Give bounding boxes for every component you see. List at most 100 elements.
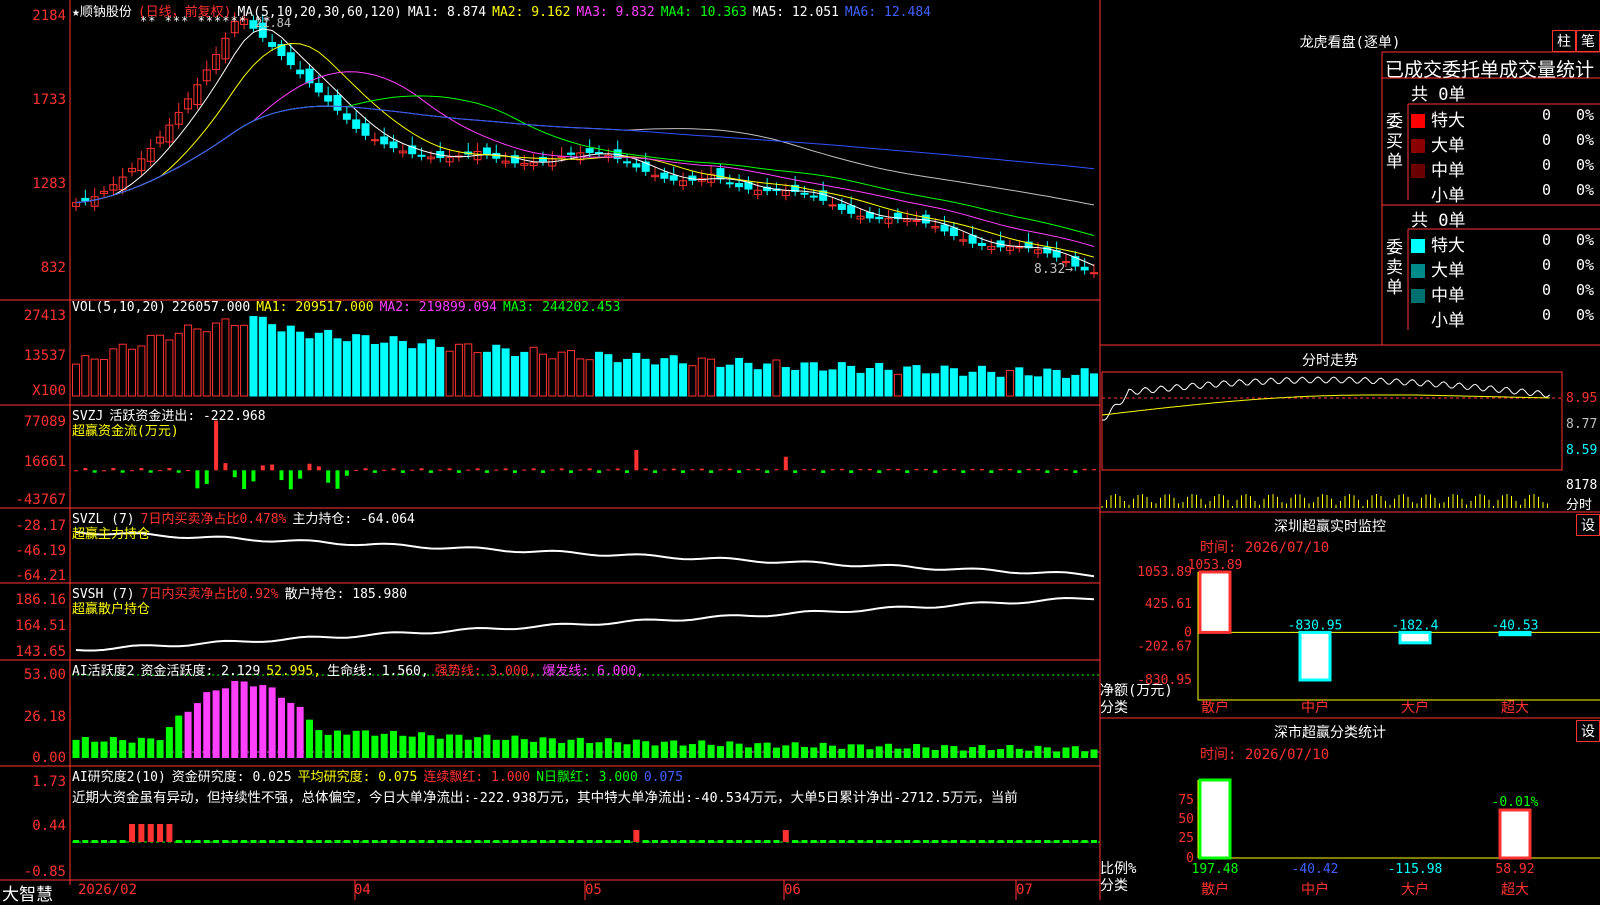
candle (1090, 272, 1098, 275)
capital-flow-bar (484, 470, 489, 473)
monitor-bar-2 (1398, 630, 1432, 645)
monitor-bar-0 (1198, 570, 1232, 634)
intraday-vol-label: 分时 (1566, 498, 1593, 513)
activity-bar (997, 749, 1005, 758)
research-bar (119, 840, 126, 843)
order-count: 0 (1542, 281, 1552, 299)
volume-bar (72, 363, 80, 397)
buy-side-label: 委买单 (1386, 112, 1403, 172)
candle (623, 161, 632, 164)
activity-bar (922, 747, 930, 758)
capital-flow-bar (148, 470, 153, 473)
activity-bar (744, 747, 752, 758)
capital-flow-bar (204, 470, 209, 484)
ai1-t4: 强势线: 3.000, (434, 664, 537, 679)
ai2-t5: 0.075 (643, 770, 683, 785)
activity-bar (1053, 751, 1061, 758)
activity-bar (931, 749, 939, 758)
research-bar (203, 840, 210, 843)
research-bar (913, 840, 920, 843)
stats-cat-label: 分类 (1100, 878, 1128, 894)
research-bar (988, 840, 995, 843)
volume-bar (1071, 374, 1080, 397)
volume-bar (361, 335, 370, 397)
order-pct: 0% (1576, 281, 1595, 299)
research-bar (483, 840, 490, 843)
capital-flow-bar (475, 468, 480, 471)
capital-flow-bar (746, 469, 751, 471)
brand-logo: 大智慧 (2, 885, 53, 905)
activity-bar (567, 739, 575, 758)
research-bar (315, 840, 322, 843)
date-axis-2: 05 (585, 882, 602, 898)
capital-flow-bar (410, 469, 415, 471)
capital-flow-bar (765, 470, 770, 474)
bar-mode-button[interactable]: 柱 (1552, 30, 1576, 52)
activity-bar (231, 680, 239, 758)
volume-bar (249, 316, 258, 397)
stock-name[interactable]: ★顺钠股份 (72, 5, 132, 20)
research-bar (717, 840, 724, 843)
research-bar (213, 840, 220, 843)
capital-flow-bar (447, 468, 452, 471)
activity-bar (408, 736, 416, 758)
volume-bar (819, 370, 828, 397)
research-bar (334, 840, 341, 843)
capital-flow-bar (298, 470, 303, 479)
research-bar (502, 840, 509, 843)
activity-bar (352, 730, 360, 758)
research-bar (82, 840, 89, 843)
order-count: 0 (1542, 256, 1552, 274)
volume-bar (174, 332, 183, 397)
candle (314, 82, 323, 93)
research-bar (614, 840, 621, 843)
ai1-axis-2: 0.00 (32, 750, 66, 766)
retail-holding-line (75, 596, 1095, 652)
capital-flow-bar (456, 470, 461, 473)
svsh-axis-2: 143.65 (15, 644, 66, 660)
capital-flow-bar (1007, 469, 1012, 471)
tick-mode-button[interactable]: 笔 (1576, 30, 1600, 52)
capital-flow-bar (335, 470, 340, 489)
color-swatch (1411, 314, 1425, 328)
activity-bar (184, 711, 192, 758)
order-type: 大单 (1431, 261, 1465, 281)
activity-bar (782, 745, 790, 758)
stats-settings-button[interactable]: 设 (1576, 720, 1600, 742)
activity-bar (137, 737, 145, 758)
research-bar (241, 840, 248, 843)
research-bar (157, 824, 164, 842)
activity-bar (203, 692, 211, 758)
volume-bar (230, 325, 239, 397)
price-axis-3: 832 (40, 260, 66, 276)
research-bar (932, 840, 939, 843)
volume-bar (800, 362, 809, 397)
research-bar (801, 840, 808, 843)
order-pct: 0% (1576, 181, 1595, 199)
activity-bar (548, 738, 556, 758)
vol-axis-0: 27413 (23, 308, 66, 324)
stats-category: 中户 (1301, 881, 1329, 898)
capital-flow-bar (270, 464, 275, 471)
capital-flow-bar (540, 470, 545, 473)
activity-bar (249, 686, 257, 758)
research-bar (101, 840, 108, 843)
volume-bar (651, 364, 660, 397)
research-bar (680, 840, 687, 843)
order-type: 大单 (1431, 136, 1465, 156)
volume-bar (987, 371, 996, 397)
ai1-t2: 52.995, (266, 664, 322, 679)
activity-bar (193, 703, 201, 758)
volume-bar (240, 324, 249, 397)
volume-bar (146, 334, 155, 397)
capital-flow-bar (699, 468, 704, 471)
monitor-settings-button[interactable]: 设 (1576, 514, 1600, 536)
capital-flow-bar (681, 470, 686, 473)
activity-bar (427, 735, 435, 758)
research-bar (549, 840, 556, 843)
capital-flow-bar (494, 469, 499, 471)
volume-bar (744, 362, 753, 397)
candle (595, 151, 604, 154)
capital-flow-bar (1017, 470, 1022, 474)
main-chart-canvas[interactable]: 1053.89425.610-202.67-830.951053.89散户-83… (0, 0, 1600, 900)
